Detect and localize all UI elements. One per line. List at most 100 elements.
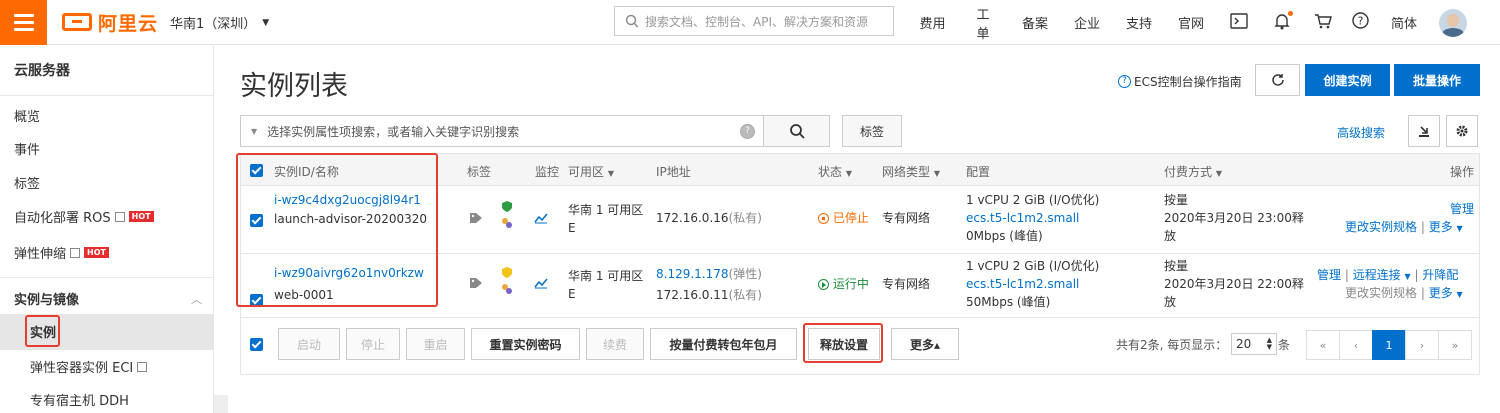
footer-select-all-checkbox[interactable] [250,338,263,351]
external-link-icon [70,247,81,258]
header-billing[interactable]: 付费方式 ▼ [1164,163,1222,180]
tag-icon[interactable] [469,276,483,294]
tag-icon[interactable] [469,211,483,229]
create-instance-button[interactable]: 创建实例 [1305,64,1390,96]
tag-filter-button[interactable]: 标签 [842,115,902,147]
cart-icon[interactable] [1314,13,1332,33]
terminal-icon[interactable] [1230,12,1248,33]
global-search-input[interactable]: 搜索文档、控制台、API、解决方案和资源 [614,6,894,36]
restart-button[interactable]: 重启 [406,328,465,360]
page-1-button[interactable]: 1 [1372,330,1406,360]
more-dropdown[interactable]: 更多 ▼ [1429,286,1463,300]
avatar[interactable] [1439,8,1468,37]
upgrade-link[interactable]: 升降配 [1422,268,1458,282]
next-page-button[interactable]: › [1405,330,1439,360]
nav-tickets[interactable]: 工单 [971,4,995,42]
caret-down-icon: ▼ [845,169,852,178]
convert-billing-button[interactable]: 按量付费转包年包月 [650,328,797,360]
language-switch[interactable]: 简体 [1391,13,1417,32]
release-time: 2020年3月20日 22:00释 [1164,277,1304,291]
nav-official-site[interactable]: 官网 [1178,13,1204,32]
stop-status-icon [818,213,829,224]
start-button[interactable]: 启动 [278,328,340,360]
sidebar-item-eci[interactable]: 弹性容器实例 ECI [30,357,148,376]
nav-support[interactable]: 支持 [1126,13,1152,32]
remote-connect-label: 远程连接 [1352,268,1401,282]
first-page-button[interactable]: « [1306,330,1340,360]
page-title: 实例列表 [240,71,348,102]
sidebar-title: 云服务器 [0,46,213,96]
monitor-chart-icon[interactable] [534,276,548,294]
change-spec-link[interactable]: 更改实例规格 [1345,220,1417,234]
private-ip: 172.16.0.16(私有) [656,209,762,227]
sidebar-item-label: 概览 [14,110,41,125]
sidebar-collapse-handle[interactable] [214,395,228,413]
nav-fees[interactable]: 费用 [918,13,947,32]
menu-icon[interactable] [0,0,47,45]
manage-link[interactable]: 管理 [1450,200,1474,218]
sidebar-item-ddh[interactable]: 专有宿主机 DDH [30,390,129,409]
help-icon[interactable]: ? [740,123,755,139]
sidebar-item-events[interactable]: 事件 [14,139,40,158]
status-badge: 已停止 [818,209,869,227]
gear-icon[interactable] [1446,115,1478,147]
change-spec-link-disabled: 更改实例规格 [1345,286,1418,300]
prev-page-button[interactable]: ‹ [1339,330,1373,360]
last-page-button[interactable]: » [1438,330,1472,360]
manage-link[interactable]: 管理 [1317,268,1341,282]
zone-line1: 华南 1 可用区 [568,203,644,217]
region-selector[interactable]: 华南1（深圳） ▼ [170,13,269,32]
advanced-search-link[interactable]: 高级搜索 [1337,124,1385,141]
nav-icp[interactable]: 备案 [1022,13,1048,32]
more-dropdown[interactable]: 更多 ▼ [1429,220,1463,234]
stepper-icon: ▲ ▼ [1266,336,1272,351]
private-ip-note: (私有) [728,288,762,302]
private-ip-value: 172.16.0.16 [656,211,729,225]
zone-line1: 华南 1 可用区 [568,269,644,283]
billing-type: 按量 [1164,259,1189,273]
private-ip-value: 172.16.0.11 [656,288,729,302]
remote-connect-dropdown[interactable]: 远程连接 ▼ [1353,268,1411,282]
sidebar-section-instances-images[interactable]: 实例与镜像 ︿ [14,289,202,309]
instance-type-link[interactable]: ecs.t5-lc1m2.small [966,275,1079,293]
batch-operation-button[interactable]: 批量操作 [1394,64,1480,96]
caret-down-icon: ▼ [933,169,940,178]
elastic-ip: 8.129.1.178(弹性) [656,265,762,283]
page-size-unit: 条 [1278,338,1291,352]
instance-type-link[interactable]: ecs.t5-lc1m2.small [966,209,1079,227]
sidebar-item-ros[interactable]: 自动化部署 ROS HOT [14,207,154,226]
guide-link[interactable]: ? ECS控制台操作指南 [1118,73,1242,90]
sidebar-item-label: 标签 [14,177,41,192]
sidebar-item-overview[interactable]: 概览 [14,106,40,125]
svg-text:?: ? [1358,15,1364,28]
sidebar-item-autoscaling[interactable]: 弹性伸缩 HOT [14,243,109,262]
header-zone[interactable]: 可用区 ▼ [568,163,614,180]
search-button[interactable] [763,115,830,147]
ops-separator: | [1417,220,1429,234]
nav-enterprise[interactable]: 企业 [1074,13,1100,32]
page-size-select[interactable]: 20 ▲ ▼ [1231,333,1277,355]
network-type: 专有网络 [882,211,931,225]
reset-password-button[interactable]: 重置实例密码 [471,328,580,360]
instance-filter-input[interactable]: ▼ 选择实例属性项搜索，或者输入关键字识别搜索 ? [240,115,764,147]
more-label: 更多 [1428,286,1453,300]
header-status[interactable]: 状态 ▼ [818,163,852,180]
sidebar-item-tags[interactable]: 标签 [14,173,40,192]
help-icon[interactable]: ? [1352,12,1369,33]
renew-button[interactable]: 续费 [586,328,644,360]
bell-icon[interactable] [1274,10,1293,34]
more-actions-button[interactable]: 更多▴ [891,328,959,360]
config-spec: 1 vCPU 2 GiB (I/O优化) [966,259,1100,273]
monitor-chart-icon[interactable] [534,211,548,229]
aliyun-logo[interactable]: 阿里云 [62,10,158,35]
export-icon[interactable] [1408,115,1440,147]
refresh-button[interactable] [1255,64,1300,96]
row-ops-2: 更改实例规格 | 更多 ▼ [1345,218,1463,238]
row-ops-2: 更改实例规格 | 更多 ▼ [1345,284,1463,304]
stop-button[interactable]: 停止 [346,328,400,360]
header-network[interactable]: 网络类型 ▼ [882,163,940,180]
elastic-ip-link[interactable]: 8.129.1.178 [656,267,729,281]
caret-down-icon: ▼ [1456,224,1463,233]
help-icon: ? [1118,75,1131,88]
sidebar-item-label: 弹性容器实例 ECI [30,361,134,376]
